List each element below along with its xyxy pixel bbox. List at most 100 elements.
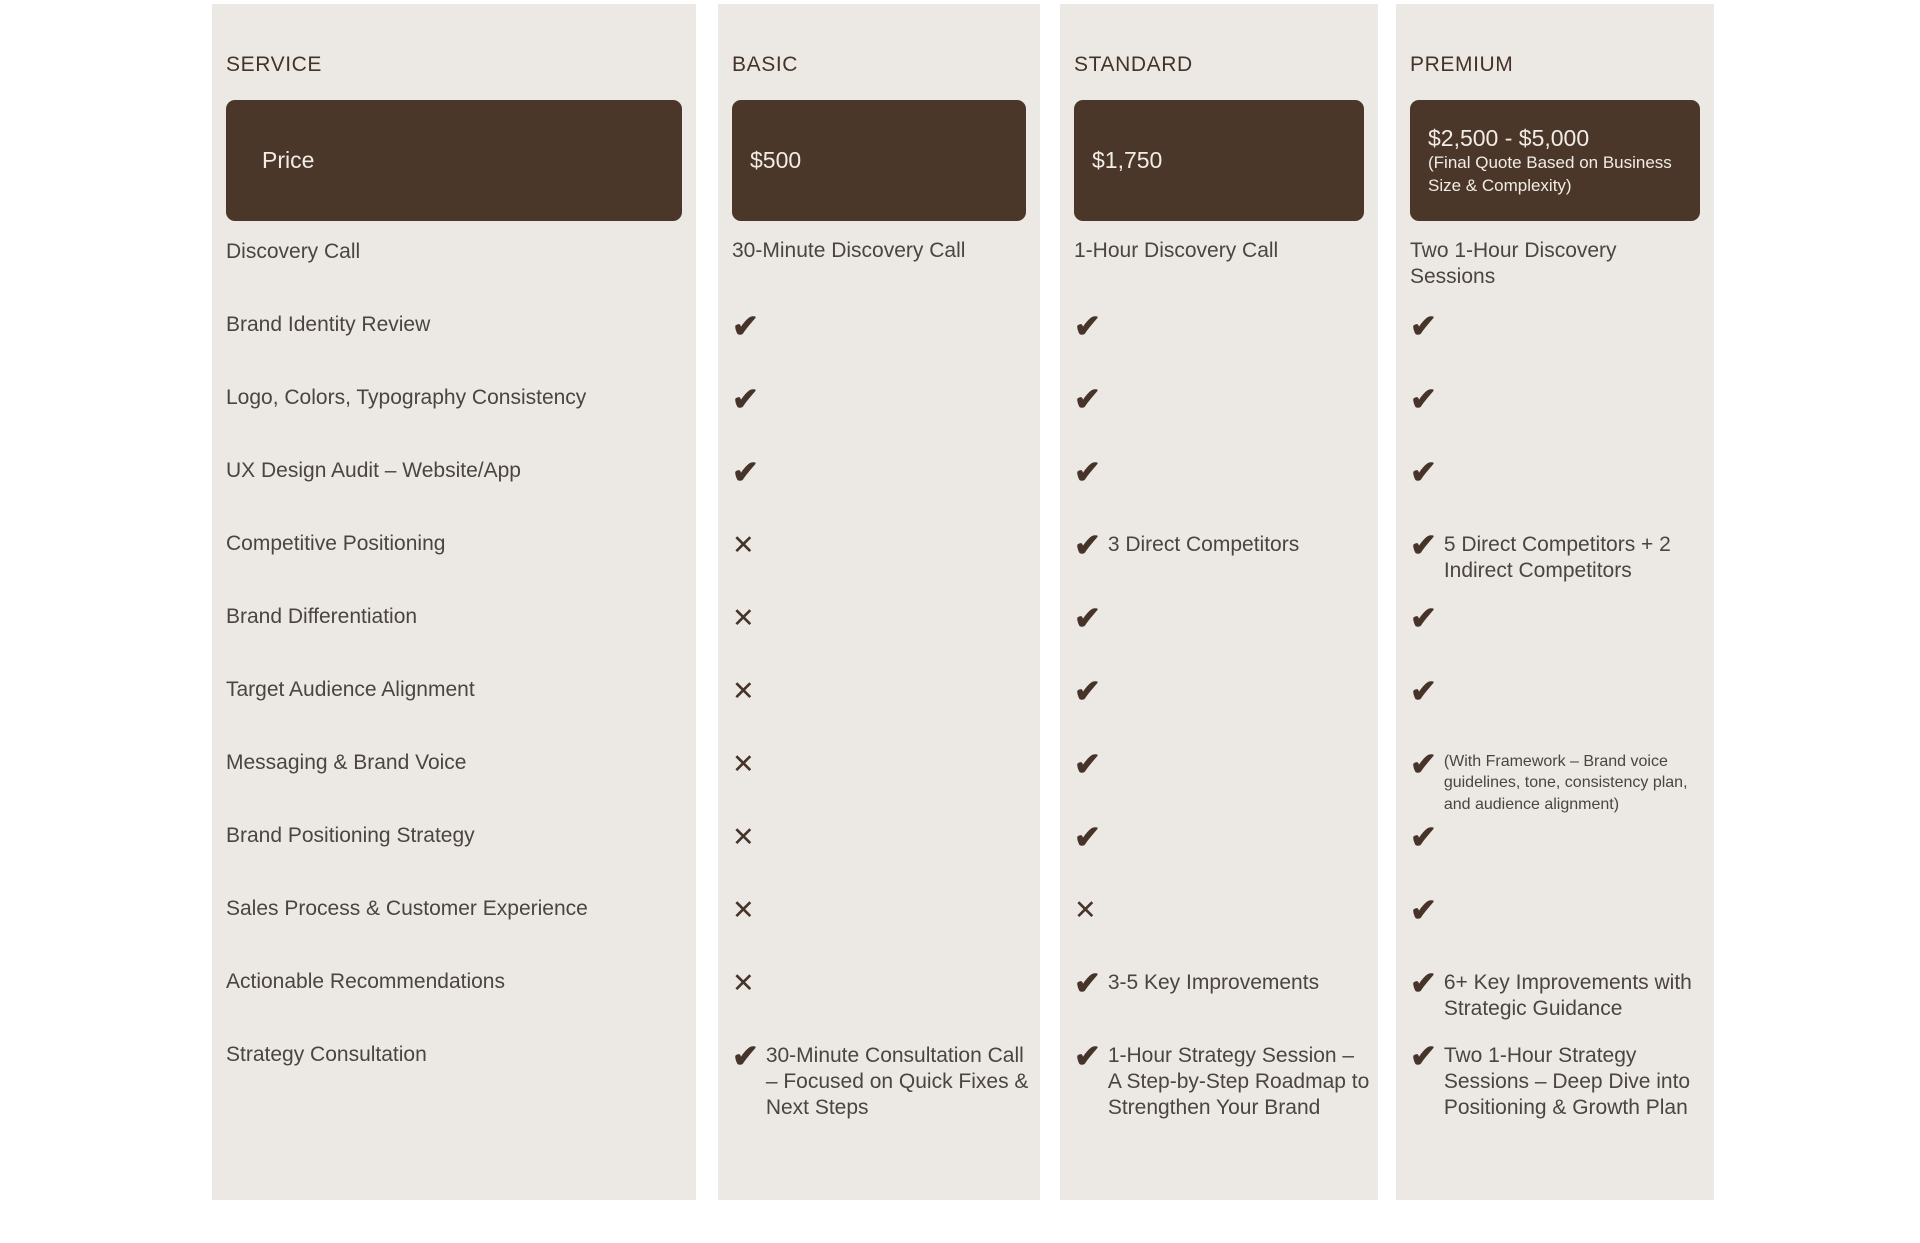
table-row: ✔ 1-Hour Strategy Session – A Step-by-Ste… bbox=[1060, 1040, 1378, 1119]
check-icon: ✔ bbox=[1074, 965, 1101, 1001]
cell-text: 1-Hour Discovery Call bbox=[1074, 239, 1279, 262]
cell-standard: ✔ bbox=[1074, 819, 1370, 855]
premium-row-list: Two 1-Hour Discovery Sessions ✔ ✔ ✔ ✔ 5 Direc… bbox=[1396, 239, 1714, 1119]
cross-icon: ✕ bbox=[732, 968, 755, 998]
check-icon: ✔ bbox=[732, 454, 759, 490]
cell-standard: ✔ 3 Direct Competitors bbox=[1074, 527, 1370, 563]
check-icon: ✔ bbox=[1410, 527, 1437, 563]
check-icon: ✔ bbox=[1074, 819, 1101, 855]
table-row: ✕ bbox=[1060, 897, 1378, 970]
cell-text: (With Framework – Brand voice guidelines… bbox=[1443, 753, 1688, 813]
table-row: ✔ Two 1-Hour Strategy Sessions – Deep Div… bbox=[1396, 1040, 1714, 1119]
basic-row-list: 30-Minute Discovery Call ✔ ✔ ✔ ✕ ✕ ✕ ✕ ✕ ✕ ✕ ✔ 30-Mi… bbox=[718, 239, 1040, 1119]
price-note-premium: (Final Quote Based on Business Size & Co… bbox=[1428, 152, 1672, 195]
cross-icon: ✕ bbox=[732, 676, 755, 706]
service-label: Brand Differentiation bbox=[226, 605, 418, 628]
table-row: Brand Differentiation bbox=[212, 605, 696, 678]
cell-basic: ✕ bbox=[732, 824, 1032, 851]
cell-text: 5 Direct Competitors + 2 Indirect Compet… bbox=[1443, 533, 1671, 582]
cell-text: Two 1-Hour Discovery Sessions bbox=[1410, 239, 1617, 288]
table-row: ✔ bbox=[1396, 892, 1714, 970]
check-icon: ✔ bbox=[1410, 819, 1437, 855]
cell-premium: ✔ bbox=[1410, 819, 1706, 855]
cell-text: 1-Hour Strategy Session – A Step-by-Step… bbox=[1107, 1044, 1370, 1119]
cell-premium: ✔ bbox=[1410, 600, 1706, 636]
cell-premium: ✔ Two 1-Hour Strategy Sessions – Deep Div… bbox=[1410, 1038, 1706, 1120]
cell-premium: ✔ 6+ Key Improvements with Strategic Guid… bbox=[1410, 965, 1706, 1022]
cell-standard: ✔ 3-5 Key Improvements bbox=[1074, 965, 1370, 1001]
cell-standard: 1-Hour Discovery Call bbox=[1074, 239, 1370, 264]
check-icon: ✔ bbox=[1074, 1038, 1101, 1074]
service-row-list: Discovery Call Brand Identity Review Logo,… bbox=[212, 240, 696, 1116]
column-basic: BASIC $500 30-Minute Discovery Call ✔ ✔ ✔ ✕ ✕… bbox=[718, 4, 1040, 1200]
service-label: Strategy Consultation bbox=[226, 1043, 427, 1066]
cell-basic: ✔ 30-Minute Consultation Call – Focused o… bbox=[732, 1040, 1032, 1120]
check-icon: ✔ bbox=[1074, 527, 1101, 563]
service-label: Sales Process & Customer Experience bbox=[226, 897, 588, 920]
table-row: Brand Positioning Strategy bbox=[212, 824, 696, 897]
table-row: ✕ bbox=[718, 970, 1040, 1043]
column-header-standard: STANDARD bbox=[1074, 53, 1193, 76]
table-row: Logo, Colors, Typography Consistency bbox=[212, 386, 696, 459]
cell-standard: ✔ bbox=[1074, 454, 1370, 490]
cell-standard: ✔ bbox=[1074, 675, 1370, 707]
cell-standard: ✔ 1-Hour Strategy Session – A Step-by-Ste… bbox=[1074, 1038, 1370, 1120]
service-label: Logo, Colors, Typography Consistency bbox=[226, 386, 587, 409]
check-icon: ✔ bbox=[732, 308, 759, 344]
price-box-basic: $500 bbox=[732, 100, 1026, 221]
table-row: Sales Process & Customer Experience bbox=[212, 897, 696, 970]
price-box-premium: $2,500 - $5,000 (Final Quote Based on Bu… bbox=[1410, 100, 1700, 221]
table-row: ✔ bbox=[1396, 819, 1714, 897]
check-icon: ✔ bbox=[1410, 1038, 1437, 1074]
cell-premium: ✔ 5 Direct Competitors + 2 Indirect Compe… bbox=[1410, 527, 1706, 584]
service-label: Brand Identity Review bbox=[226, 313, 431, 336]
price-value-standard: $1,750 bbox=[1092, 147, 1163, 174]
check-icon: ✔ bbox=[1410, 965, 1437, 1001]
service-label: Messaging & Brand Voice bbox=[226, 751, 467, 774]
table-row: Messaging & Brand Voice bbox=[212, 751, 696, 824]
cross-icon: ✕ bbox=[732, 895, 755, 925]
check-icon: ✔ bbox=[1410, 454, 1437, 490]
table-row: Strategy Consultation bbox=[212, 1043, 696, 1116]
table-row: ✔ bbox=[1060, 383, 1378, 459]
table-row: ✕ bbox=[718, 678, 1040, 751]
cross-icon: ✕ bbox=[732, 603, 755, 633]
check-icon: ✔ bbox=[1410, 673, 1437, 709]
cell-basic: ✔ bbox=[732, 383, 1032, 415]
check-icon: ✔ bbox=[1410, 381, 1437, 417]
cell-basic: ✕ bbox=[732, 897, 1032, 924]
check-icon: ✔ bbox=[1410, 892, 1437, 928]
check-icon: ✔ bbox=[1074, 600, 1101, 636]
cell-text: 6+ Key Improvements with Strategic Guida… bbox=[1443, 971, 1692, 1020]
service-label: Target Audience Alignment bbox=[226, 678, 475, 701]
check-icon: ✔ bbox=[1074, 454, 1101, 490]
table-row: ✔ 6+ Key Improvements with Strategic Guid… bbox=[1396, 965, 1714, 1043]
table-row: ✔ (With Framework – Brand voice guideline… bbox=[1396, 748, 1714, 824]
cell-standard: ✔ bbox=[1074, 383, 1370, 415]
table-row: ✔ 3-5 Key Improvements bbox=[1060, 965, 1378, 1043]
table-row: ✕ bbox=[718, 605, 1040, 678]
price-box-standard: $1,750 bbox=[1074, 100, 1364, 221]
cell-text: Two 1-Hour Strategy Sessions – Deep Dive… bbox=[1443, 1044, 1691, 1119]
cell-premium: ✔ bbox=[1410, 381, 1706, 417]
cell-standard: ✔ bbox=[1074, 748, 1370, 780]
service-label: Brand Positioning Strategy bbox=[226, 824, 475, 847]
service-label: Discovery Call bbox=[226, 240, 361, 263]
table-row: UX Design Audit – Website/App bbox=[212, 459, 696, 532]
table-row: ✕ bbox=[718, 751, 1040, 824]
cell-premium: ✔ bbox=[1410, 673, 1706, 709]
table-row: ✔ bbox=[718, 454, 1040, 532]
table-row: ✔ bbox=[718, 383, 1040, 459]
check-icon: ✔ bbox=[1074, 308, 1101, 344]
column-header-service: SERVICE bbox=[226, 53, 323, 76]
cross-icon: ✕ bbox=[1074, 895, 1097, 925]
table-row: Brand Identity Review bbox=[212, 313, 696, 386]
cell-text: 30-Minute Discovery Call bbox=[732, 239, 966, 262]
table-row: ✕ bbox=[718, 897, 1040, 970]
check-icon: ✔ bbox=[1410, 600, 1437, 636]
column-header-basic: BASIC bbox=[732, 53, 799, 76]
table-row: ✔ bbox=[1396, 454, 1714, 532]
table-row: ✔ bbox=[1060, 675, 1378, 751]
table-row: ✔ bbox=[1060, 454, 1378, 532]
table-row: Discovery Call bbox=[212, 240, 696, 313]
